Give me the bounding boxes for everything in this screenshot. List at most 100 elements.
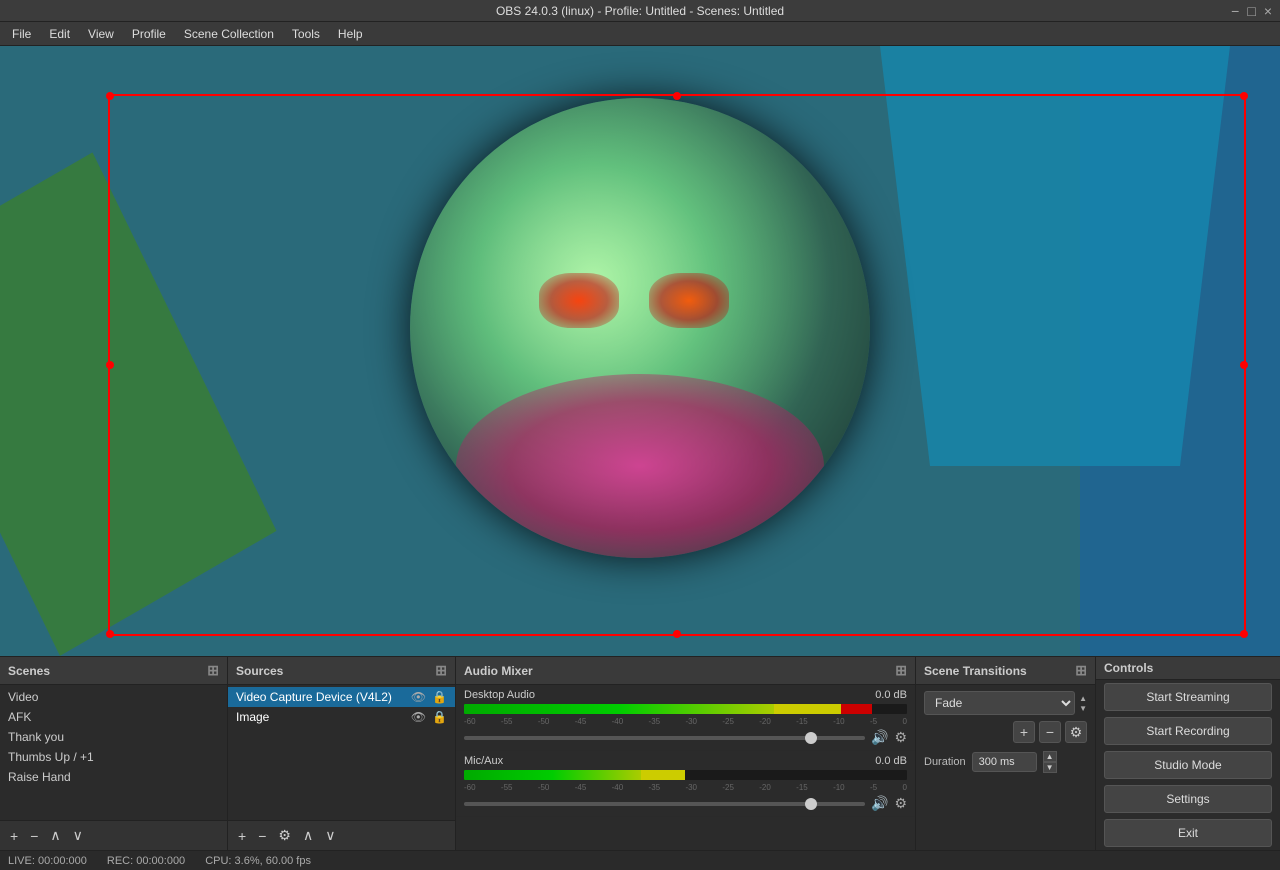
source-lock-icon[interactable]: 🔒 [432, 690, 447, 704]
controls-panel: Controls Start Streaming Start Recording… [1096, 657, 1280, 850]
mic-aux-db: 0.0 dB [875, 755, 907, 767]
scene-item-thumbsup[interactable]: Thumbs Up / +1 [0, 747, 227, 767]
sources-panel: Sources ⊞ Video Capture Device (V4L2) 👁 … [228, 657, 456, 850]
clothing-element [456, 374, 824, 558]
transition-arrow-up[interactable]: ▲ [1079, 694, 1087, 703]
menu-view[interactable]: View [80, 25, 122, 43]
menu-tools[interactable]: Tools [284, 25, 328, 43]
source-list[interactable]: Video Capture Device (V4L2) 👁 🔒 Image 👁 … [228, 685, 455, 820]
menu-edit[interactable]: Edit [41, 25, 78, 43]
controls-panel-header: Controls [1096, 657, 1280, 680]
studio-mode-button[interactable]: Studio Mode [1104, 751, 1272, 779]
menu-profile[interactable]: Profile [124, 25, 174, 43]
audio-expand-icon[interactable]: ⊞ [895, 662, 907, 679]
desktop-audio-controls: 🔊 ⚙ [464, 729, 907, 746]
transition-config-button[interactable]: ⚙ [1065, 721, 1087, 743]
scene-item-afk[interactable]: AFK [0, 707, 227, 727]
maximize-button[interactable]: □ [1247, 3, 1255, 19]
transition-arrow-down[interactable]: ▼ [1079, 704, 1087, 713]
desktop-audio-meter [464, 704, 907, 714]
scene-item-raisehand[interactable]: Raise Hand [0, 767, 227, 787]
source-lock-icon-img[interactable]: 🔒 [432, 710, 447, 724]
close-button[interactable]: × [1264, 3, 1272, 19]
mic-aux-ticks: -60-55-50-45-40-35-30-25-20-15-10-50 [464, 783, 907, 792]
transitions-expand-icon[interactable]: ⊞ [1075, 662, 1087, 679]
duration-input[interactable] [972, 752, 1037, 772]
scene-item-video[interactable]: Video [0, 687, 227, 707]
source-item-video-capture[interactable]: Video Capture Device (V4L2) 👁 🔒 [228, 687, 455, 707]
desktop-audio-ticks: -60-55-50-45-40-35-30-25-20-15-10-50 [464, 717, 907, 726]
transitions-panel: Scene Transitions ⊞ Fade ▲ ▼ + − ⚙ Durat… [916, 657, 1096, 850]
mic-aux-label: Mic/Aux [464, 755, 503, 767]
source-eye-icon[interactable]: 👁 [411, 690, 426, 704]
desktop-audio-channel: Desktop Audio 0.0 dB -60-55-50-45-40-35-… [456, 685, 915, 751]
desktop-audio-settings-icon[interactable]: ⚙ [894, 729, 907, 746]
mic-aux-controls: 🔊 ⚙ [464, 795, 907, 812]
status-rec: REC: 00:00:000 [107, 855, 185, 867]
source-item-image[interactable]: Image 👁 🔒 [228, 707, 455, 727]
sources-remove-button[interactable]: − [254, 826, 270, 846]
exit-button[interactable]: Exit [1104, 819, 1272, 847]
transition-remove-button[interactable]: − [1039, 721, 1061, 743]
source-eye-icon-img[interactable]: 👁 [411, 710, 426, 724]
menu-help[interactable]: Help [330, 25, 371, 43]
minimize-button[interactable]: − [1231, 3, 1239, 19]
start-recording-button[interactable]: Start Recording [1104, 717, 1272, 745]
titlebar-title: OBS 24.0.3 (linux) - Profile: Untitled -… [496, 4, 784, 18]
mic-aux-fader-thumb[interactable] [805, 798, 817, 810]
scenes-toolbar: + − ∧ ∨ [0, 820, 227, 850]
controls-title: Controls [1104, 661, 1153, 675]
mic-aux-fader[interactable] [464, 802, 865, 806]
transition-add-button[interactable]: + [1013, 721, 1035, 743]
duration-arrows: ▲ ▼ [1043, 751, 1057, 773]
scenes-up-button[interactable]: ∧ [46, 825, 64, 846]
scene-list[interactable]: Video AFK Thank you Thumbs Up / +1 Raise… [0, 685, 227, 820]
duration-up-button[interactable]: ▲ [1043, 751, 1057, 762]
menu-file[interactable]: File [4, 25, 39, 43]
scenes-expand-icon[interactable]: ⊞ [207, 662, 219, 679]
scene-item-thankyou[interactable]: Thank you [0, 727, 227, 747]
scenes-remove-button[interactable]: − [26, 826, 42, 846]
sources-settings-button[interactable]: ⚙ [274, 825, 295, 846]
transitions-title: Scene Transitions [924, 664, 1027, 678]
desktop-audio-fader-thumb[interactable] [805, 732, 817, 744]
scenes-panel-header: Scenes ⊞ [0, 657, 227, 685]
desktop-audio-meter-fill-red [841, 704, 872, 714]
scenes-add-button[interactable]: + [6, 826, 22, 846]
transition-select-arrows: ▲ ▼ [1079, 694, 1087, 713]
transitions-panel-header: Scene Transitions ⊞ [916, 657, 1095, 685]
mic-aux-channel: Mic/Aux 0.0 dB -60-55-50-45-40-35-30-25-… [456, 751, 915, 817]
mic-aux-settings-icon[interactable]: ⚙ [894, 795, 907, 812]
source-icons-video: 👁 🔒 [411, 690, 447, 704]
sources-up-button[interactable]: ∧ [299, 825, 317, 846]
sources-expand-icon[interactable]: ⊞ [435, 662, 447, 679]
preview-area [0, 46, 1280, 656]
sources-title: Sources [236, 664, 283, 678]
duration-down-button[interactable]: ▼ [1043, 762, 1057, 773]
settings-button[interactable]: Settings [1104, 785, 1272, 813]
sources-add-button[interactable]: + [234, 826, 250, 846]
bottom-panels: Scenes ⊞ Video AFK Thank you Thumbs Up /… [0, 656, 1280, 850]
sources-down-button[interactable]: ∨ [321, 825, 339, 846]
mic-aux-meter-fill-green [464, 770, 641, 780]
glasses-left-glow [539, 273, 619, 328]
audio-panel-header: Audio Mixer ⊞ [456, 657, 915, 685]
audio-panel: Audio Mixer ⊞ Desktop Audio 0.0 dB -60-5… [456, 657, 916, 850]
mic-aux-mute-icon[interactable]: 🔊 [871, 795, 888, 812]
scenes-panel: Scenes ⊞ Video AFK Thank you Thumbs Up /… [0, 657, 228, 850]
start-streaming-button[interactable]: Start Streaming [1104, 683, 1272, 711]
desktop-audio-db: 0.0 dB [875, 689, 907, 701]
desktop-audio-meter-fill-yellow [774, 704, 840, 714]
duration-label: Duration [924, 756, 966, 768]
desktop-audio-label: Desktop Audio [464, 689, 535, 701]
desktop-audio-mute-icon[interactable]: 🔊 [871, 729, 888, 746]
glasses-right-glow [649, 273, 729, 328]
mic-aux-meter-fill-yellow [641, 770, 685, 780]
menu-scene-collection[interactable]: Scene Collection [176, 25, 282, 43]
transition-type-select[interactable]: Fade [924, 691, 1075, 715]
source-label-video-capture: Video Capture Device (V4L2) [236, 690, 411, 704]
desktop-audio-fader[interactable] [464, 736, 865, 740]
scenes-down-button[interactable]: ∨ [69, 825, 87, 846]
desktop-audio-header: Desktop Audio 0.0 dB [464, 689, 907, 701]
face-preview [410, 98, 870, 558]
